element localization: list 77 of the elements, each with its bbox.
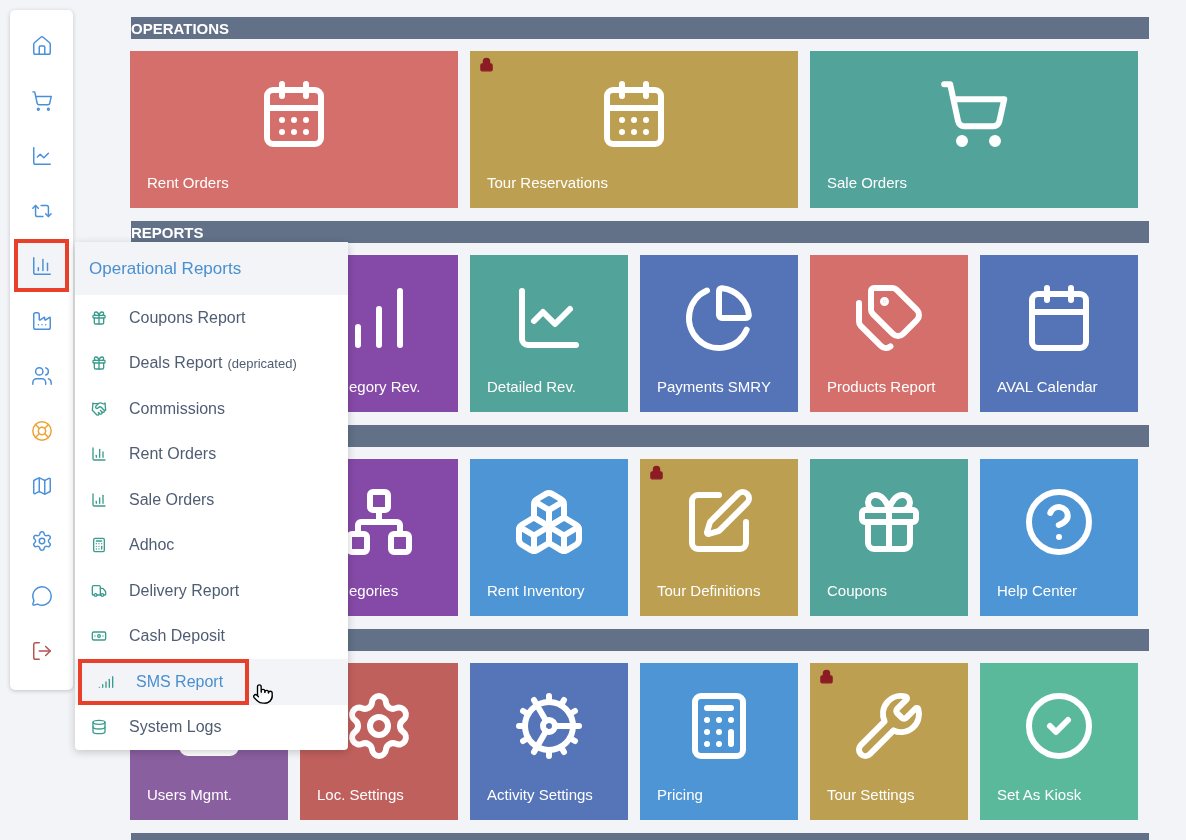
tile[interactable]: Rent Orders bbox=[130, 51, 458, 208]
tile-label: AVAL Calendar bbox=[997, 378, 1098, 395]
tile[interactable]: Detailed Rev. bbox=[470, 255, 628, 412]
tile[interactable]: Coupons bbox=[810, 459, 968, 616]
map-icon bbox=[30, 474, 53, 497]
tile[interactable]: Rent Inventory bbox=[470, 459, 628, 616]
menu-item[interactable]: Delivery Report bbox=[75, 568, 262, 614]
help-icon bbox=[1023, 486, 1095, 558]
calculator-icon bbox=[91, 537, 107, 554]
lifebuoy-icon bbox=[30, 419, 53, 442]
menu-item[interactable]: SMS Report bbox=[78, 659, 250, 705]
cart-icon bbox=[938, 78, 1010, 150]
tile[interactable]: Pricing bbox=[640, 663, 798, 820]
tile-label: Tour Definitions bbox=[657, 582, 761, 599]
check-circle-icon bbox=[1023, 690, 1095, 762]
lock-icon bbox=[479, 57, 494, 72]
home-icon bbox=[30, 34, 53, 57]
tile[interactable]: Tour Definitions bbox=[640, 459, 798, 616]
tags-icon bbox=[853, 282, 925, 354]
tile[interactable]: Set As Kiosk bbox=[980, 663, 1138, 820]
tile[interactable]: Payments SMRY bbox=[640, 255, 798, 412]
menu-item[interactable]: Rent Orders bbox=[75, 431, 239, 477]
bar-chart-icon bbox=[91, 491, 107, 508]
gift-icon bbox=[91, 355, 107, 372]
tile-label: Rent Orders bbox=[147, 174, 229, 191]
tile-label: Tour Reservations bbox=[487, 174, 608, 191]
tile[interactable]: Sale Orders bbox=[810, 51, 1138, 208]
menu-item[interactable]: Commissions bbox=[75, 386, 247, 432]
section-title: REPORTS bbox=[131, 224, 204, 240]
tile-label: Coupons bbox=[827, 582, 888, 599]
tile-label: Pricing bbox=[657, 786, 703, 803]
tile-label: Users Mgmt. bbox=[147, 786, 232, 803]
bar-chart-icon bbox=[91, 446, 107, 463]
wrench-icon bbox=[853, 690, 925, 762]
signal-icon bbox=[98, 673, 114, 690]
sidebar-item[interactable] bbox=[14, 239, 69, 292]
tile-label: egories bbox=[348, 582, 399, 599]
tile[interactable]: Products Report bbox=[810, 255, 968, 412]
bar-chart-icon bbox=[30, 254, 53, 277]
lock-icon bbox=[649, 465, 664, 480]
menu-item[interactable]: Adhoc bbox=[75, 522, 197, 568]
database-icon bbox=[91, 719, 107, 736]
menu-item[interactable]: System Logs bbox=[75, 704, 244, 750]
users-icon bbox=[30, 364, 53, 387]
tile[interactable]: Activity Settings bbox=[470, 663, 628, 820]
tile-label: Sale Orders bbox=[827, 174, 908, 191]
tile[interactable]: Tour Settings bbox=[810, 663, 968, 820]
gift-icon bbox=[91, 309, 107, 326]
tile-label: Tour Settings bbox=[827, 786, 915, 803]
handshake-icon bbox=[91, 400, 107, 417]
tile-label: Detailed Rev. bbox=[487, 378, 576, 395]
menu-item[interactable]: Coupons Report bbox=[75, 295, 268, 341]
tile[interactable]: Help Center bbox=[980, 459, 1138, 616]
tile-label: Help Center bbox=[997, 582, 1078, 599]
tile-label: Products Report bbox=[827, 378, 936, 395]
factory-icon bbox=[30, 309, 53, 332]
tile-label: Set As Kiosk bbox=[997, 786, 1082, 803]
tile[interactable]: Tour Reservations bbox=[470, 51, 798, 208]
truck-icon bbox=[91, 582, 107, 599]
menu-item[interactable]: Cash Deposit bbox=[75, 613, 248, 659]
menu-title: Operational Reports bbox=[89, 257, 242, 280]
line-chart-icon bbox=[30, 144, 53, 167]
tile-label: Activity Settings bbox=[487, 786, 593, 803]
tile[interactable]: AVAL Calendar bbox=[980, 255, 1138, 412]
logout-icon bbox=[30, 639, 53, 662]
lock-icon bbox=[819, 669, 834, 684]
tile-label: Loc. Settings bbox=[317, 786, 404, 803]
cart-icon bbox=[30, 89, 53, 112]
settings-icon bbox=[30, 529, 53, 552]
tile-label: Rent Inventory bbox=[487, 582, 585, 599]
tile-label: egory Rev. bbox=[348, 378, 421, 395]
menu-item[interactable]: Sale Orders bbox=[75, 477, 237, 523]
tile-label: Payments SMRY bbox=[657, 378, 771, 395]
section-title: OPERATIONS bbox=[131, 20, 230, 36]
pie-chart-icon bbox=[683, 282, 755, 354]
pointer-cursor-icon bbox=[252, 682, 274, 706]
chat-bubble-icon bbox=[30, 584, 53, 607]
